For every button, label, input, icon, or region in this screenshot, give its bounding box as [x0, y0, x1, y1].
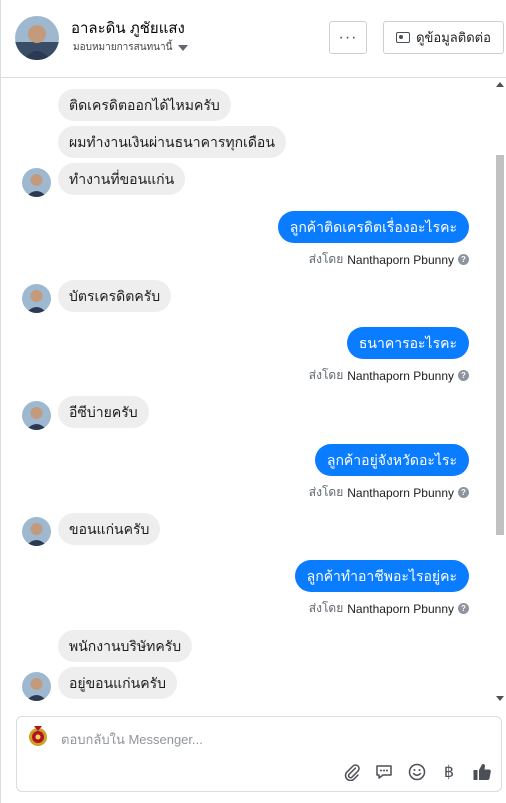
incoming-message: บัตรเครดิตครับ	[58, 280, 172, 312]
assign-label: มอบหมายการสนทนานี้	[73, 42, 173, 53]
emoji-icon[interactable]	[406, 761, 428, 783]
incoming-message: พนักงานบริษัทครับ	[58, 630, 193, 662]
outgoing-message: ธนาคารอะไรคะ	[346, 327, 469, 359]
sender-avatar	[22, 401, 51, 430]
sent-by-prefix: ส่งโดย	[308, 485, 344, 499]
incoming-message: ผมทำงานเงินผ่านธนาคารทุกเดือน	[58, 126, 286, 158]
more-options-button[interactable]: ···	[329, 21, 367, 54]
sent-by-name[interactable]: Nanthaporn Pbunny	[347, 486, 454, 500]
more-label: ···	[338, 28, 358, 46]
like-icon[interactable]	[471, 761, 493, 783]
baht-payment-icon[interactable]: ฿	[438, 761, 460, 783]
paperclip-icon[interactable]	[341, 761, 363, 783]
sent-by-prefix: ส่งโดย	[308, 368, 344, 382]
sent-by-label: ส่งโดย Nanthaporn Pbunny ?	[309, 366, 469, 385]
assign-conversation-dropdown[interactable]: มอบหมายการสนทนานี้	[73, 40, 189, 55]
sent-by-label: ส่งโดย Nanthaporn Pbunny ?	[309, 250, 469, 269]
sender-avatar	[22, 517, 51, 546]
page-avatar	[25, 723, 51, 749]
view-contact-info-button[interactable]: ดูข้อมูลติดต่อ	[383, 21, 504, 54]
incoming-message: ขอนแก่นครับ	[58, 513, 161, 545]
scroll-up-arrow-icon[interactable]	[496, 82, 504, 87]
sender-avatar	[22, 168, 51, 197]
incoming-message: ทำงานที่ขอนแก่น	[58, 163, 186, 195]
outgoing-message: ลูกค้าทำอาชีพอะไรอยู่คะ	[294, 560, 469, 592]
message-thread[interactable]: ติดเครดิตออกได้ไหมครับ ผมทำงานเงินผ่านธน…	[1, 79, 506, 704]
caret-down-icon	[178, 44, 189, 51]
conversation-header: อาละดิน ภูชัยแสง มอบหมายการสนทนานี้ ··· …	[1, 0, 506, 78]
sent-by-name[interactable]: Nanthaporn Pbunny	[347, 253, 454, 267]
sent-by-label: ส่งโดย Nanthaporn Pbunny ?	[309, 483, 469, 502]
incoming-message: อยู่ขอนแก่นครับ	[58, 667, 178, 699]
incoming-message: อีซีบ่ายครับ	[58, 396, 149, 428]
help-icon[interactable]: ?	[458, 487, 469, 498]
sent-by-name[interactable]: Nanthaporn Pbunny	[347, 602, 454, 616]
sent-by-label: ส่งโดย Nanthaporn Pbunny ?	[309, 599, 469, 618]
contact-avatar[interactable]	[15, 16, 59, 60]
sent-by-prefix: ส่งโดย	[308, 252, 344, 266]
outgoing-message: ลูกค้าอยู่จังหวัดอะไระ	[314, 444, 469, 476]
scroll-down-arrow-icon[interactable]	[496, 696, 504, 701]
view-contact-label: ดูข้อมูลติดต่อ	[416, 30, 491, 45]
scrollbar-thumb[interactable]	[496, 155, 504, 535]
reply-input[interactable]	[61, 729, 441, 749]
thread-scrollbar[interactable]	[495, 79, 505, 704]
messenger-conversation-panel: อาละดิน ภูชัยแสง มอบหมายการสนทนานี้ ··· …	[0, 0, 506, 803]
help-icon[interactable]: ?	[458, 370, 469, 381]
incoming-message: ติดเครดิตออกได้ไหมครับ	[58, 89, 231, 121]
help-icon[interactable]: ?	[458, 254, 469, 265]
sender-avatar	[22, 672, 51, 701]
contact-name[interactable]: อาละดิน ภูชัยแสง	[71, 16, 185, 40]
sender-avatar	[22, 284, 51, 313]
sent-by-name[interactable]: Nanthaporn Pbunny	[347, 369, 454, 383]
sent-by-prefix: ส่งโดย	[308, 601, 344, 615]
id-card-icon	[396, 32, 411, 43]
reply-composer: ฿	[16, 716, 502, 792]
outgoing-message: ลูกค้าติดเครดิตเรื่องอะไรคะ	[277, 211, 469, 243]
quick-reply-icon[interactable]	[373, 761, 395, 783]
help-icon[interactable]: ?	[458, 603, 469, 614]
